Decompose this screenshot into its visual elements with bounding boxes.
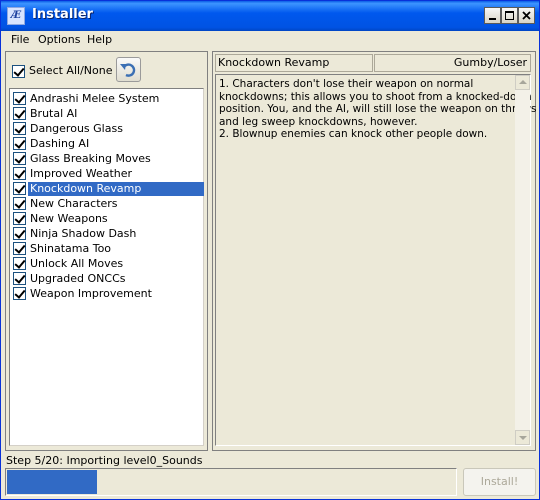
mod-label: Dangerous Glass [30,122,123,135]
down-arrow-icon [519,436,527,440]
list-item[interactable]: Weapon Improvement [10,286,204,301]
checkbox-icon[interactable] [13,122,26,135]
menu-bar: File Options Help [1,31,539,49]
checkbox-icon[interactable] [13,287,26,300]
mod-label: Andrashi Melee System [30,92,160,105]
minimize-button[interactable] [484,7,501,24]
undo-icon [120,63,136,77]
menu-options[interactable]: Options [38,33,80,46]
mod-label: Dashing AI [30,137,90,150]
maximize-icon [505,11,514,20]
minimize-icon [489,18,496,20]
list-item[interactable]: Knockdown Revamp [10,181,204,196]
select-all-label: Select All/None [29,64,113,77]
checkbox-icon[interactable] [13,272,26,285]
checkbox-icon[interactable] [13,152,26,165]
checkbox-icon[interactable] [13,107,26,120]
list-item[interactable]: New Weapons [10,211,204,226]
description-line: position. You, and the AI, will still lo… [219,103,537,115]
mod-selection-panel: Select All/None Andrashi Melee System Bru… [5,51,208,451]
mod-label: Shinatama Too [30,242,112,255]
list-item[interactable]: Upgraded ONCCs [10,271,204,286]
select-all-check-icon [12,65,25,78]
checkbox-icon[interactable] [13,92,26,105]
mod-description: 1. Characters don't lose their weapon on… [219,78,537,141]
title-bar[interactable]: Æ Installer [1,1,539,31]
scroll-up-button[interactable] [515,75,530,90]
list-item[interactable]: Dangerous Glass [10,121,204,136]
scroll-down-button[interactable] [515,430,530,445]
close-icon [522,11,531,20]
checkbox-icon[interactable] [13,137,26,150]
checkbox-icon[interactable] [13,227,26,240]
mod-label: New Characters [30,197,118,210]
list-item[interactable]: Shinatama Too [10,241,204,256]
close-button[interactable] [518,7,535,24]
checkbox-icon[interactable] [13,182,26,195]
list-item[interactable]: Ninja Shadow Dash [10,226,204,241]
list-item[interactable]: Improved Weather [10,166,204,181]
checkbox-icon[interactable] [13,212,26,225]
checkbox-icon[interactable] [13,197,26,210]
status-text: Step 5/20: Importing level0_Sounds [6,454,203,467]
progress-fill [7,470,97,494]
menu-file[interactable]: File [11,33,29,46]
description-line: knockdowns; this allows you to shoot fro… [219,90,532,103]
description-line: and leg sweep knockdowns, however. [219,115,418,128]
checkbox-icon[interactable] [13,257,26,270]
mod-label: Upgraded ONCCs [30,272,126,285]
progress-bar [5,468,457,496]
up-arrow-icon [519,80,527,84]
installer-window: Æ Installer File Options Help Select All… [0,0,540,500]
menu-help[interactable]: Help [87,33,112,46]
list-item[interactable]: New Characters [10,196,204,211]
list-item[interactable]: Dashing AI [10,136,204,151]
mod-title-field: Knockdown Revamp [215,54,373,72]
description-scrollbar[interactable] [515,75,530,445]
mod-label: Weapon Improvement [30,287,152,300]
window-title: Installer [32,7,93,22]
checkbox-icon[interactable] [13,167,26,180]
list-item[interactable]: Brutal AI [10,106,204,121]
maximize-button[interactable] [501,7,518,24]
description-line: 1. Characters don't lose their weapon on… [219,78,474,90]
mod-label: Brutal AI [30,107,78,120]
description-line: 2. Blownup enemies can knock other peopl… [219,128,488,140]
undo-button[interactable] [116,57,141,82]
mod-label: Unlock All Moves [30,257,124,270]
mod-author-field: Gumby/Loser [374,54,531,72]
mod-label: Glass Breaking Moves [30,152,151,165]
install-button[interactable]: Install! [463,468,536,496]
checkbox-icon[interactable] [13,242,26,255]
list-item[interactable]: Glass Breaking Moves [10,151,204,166]
mod-label: Ninja Shadow Dash [30,227,137,240]
list-item[interactable]: Andrashi Melee System [10,91,204,106]
mod-description-box[interactable]: 1. Characters don't lose their weapon on… [215,74,537,446]
list-item[interactable]: Unlock All Moves [10,256,204,271]
mod-label: New Weapons [30,212,108,225]
mod-detail-panel: Knockdown Revamp Gumby/Loser 1. Characte… [212,51,537,451]
ae-app-icon: Æ [7,7,25,25]
mod-label: Improved Weather [30,167,133,180]
mod-list: Andrashi Melee System Brutal AI Dangerous … [9,88,204,446]
mod-label: Knockdown Revamp [28,182,204,196]
